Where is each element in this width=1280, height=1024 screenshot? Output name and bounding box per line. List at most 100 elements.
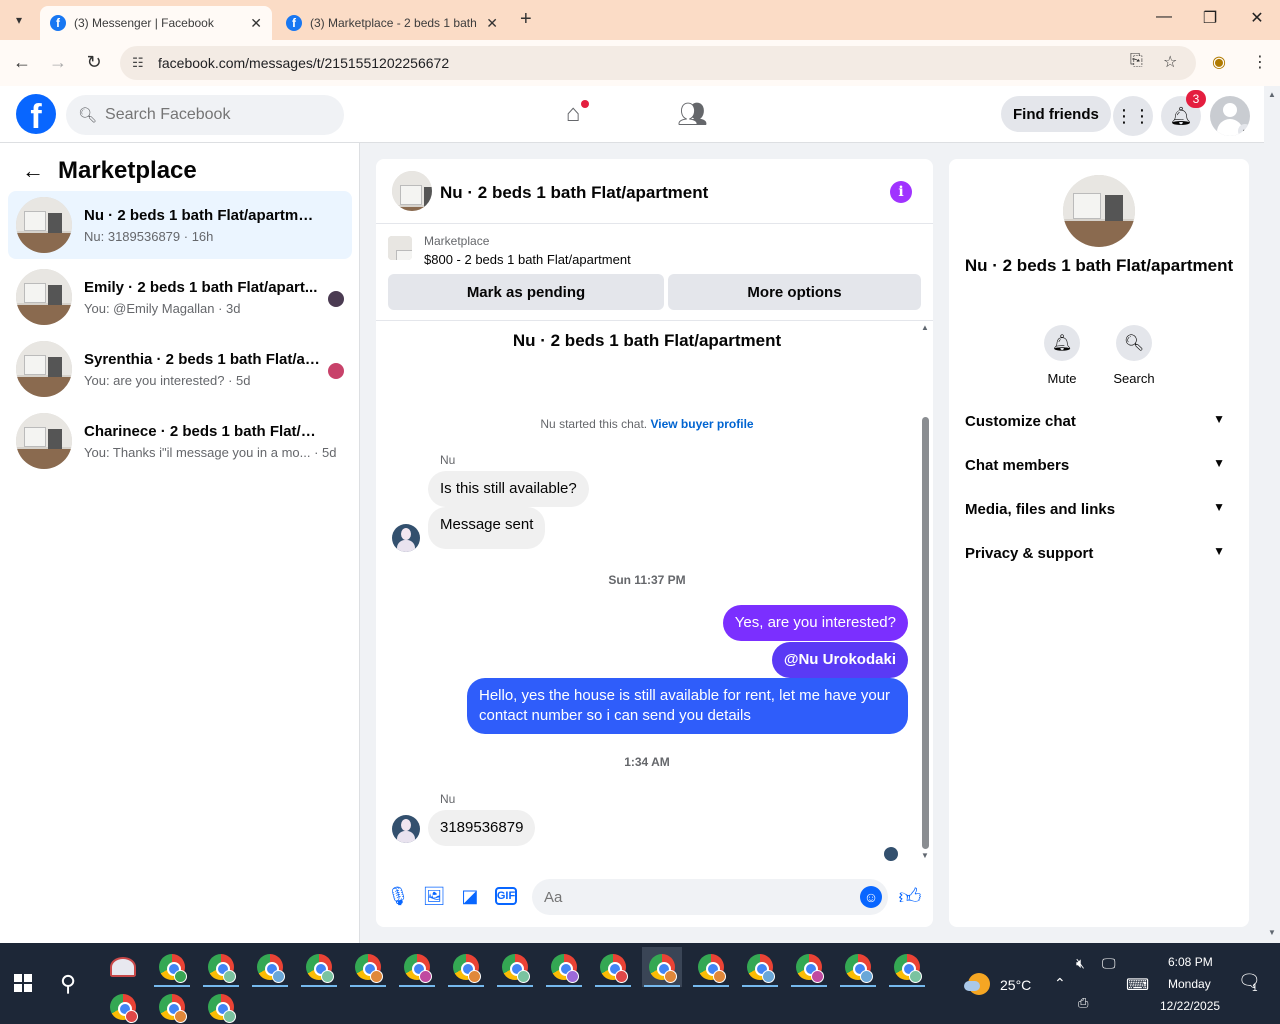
network-icon[interactable]: 🖵︎ xyxy=(1102,955,1116,972)
back-icon[interactable]: ← xyxy=(11,52,33,73)
message-input[interactable] xyxy=(544,888,844,906)
chrome-taskbar-icon[interactable] xyxy=(152,987,192,1024)
friends-icon[interactable]: 👥︎ xyxy=(677,100,707,129)
more-options-button[interactable]: More options xyxy=(668,274,921,310)
reload-icon[interactable]: ↻ xyxy=(83,52,105,73)
search-input[interactable] xyxy=(105,106,326,124)
address-bar[interactable]: ☷ facebook.com/messages/t/21515512022566… xyxy=(120,46,1196,80)
chat-scrollbar[interactable]: ▲ ▼ xyxy=(918,321,933,861)
page-scrollbar[interactable]: ▲ ▼ xyxy=(1264,86,1280,943)
temperature[interactable]: 25°C xyxy=(1000,977,1031,993)
chrome-taskbar-icon[interactable] xyxy=(593,947,633,987)
scrollbar-thumb[interactable] xyxy=(922,417,929,849)
install-app-icon[interactable]: ⎘ xyxy=(1130,52,1143,70)
tab-search-menu-icon[interactable]: ▾ xyxy=(6,7,32,33)
chrome-menu-icon[interactable]: ⋮ xyxy=(1252,52,1268,72)
meet-now-icon[interactable]: ⎙ xyxy=(1078,995,1088,1011)
bookmark-star-icon[interactable]: ☆ xyxy=(1163,52,1177,72)
chevron-up-icon[interactable]: ⌃ xyxy=(1054,975,1066,992)
windows-start-icon[interactable] xyxy=(14,974,32,992)
search-facebook-field[interactable]: 🔍︎ xyxy=(66,95,344,135)
clock-time[interactable]: 6:08 PM xyxy=(1168,955,1213,969)
conversation-item[interactable]: Emily · 2 beds 1 bath Flat/apart... You:… xyxy=(8,263,352,331)
info-icon[interactable]: i xyxy=(890,181,912,203)
chat-title[interactable]: Nu · 2 beds 1 bath Flat/apartment xyxy=(440,183,708,203)
restore-icon[interactable]: ❐ xyxy=(1200,8,1220,28)
view-buyer-profile-link[interactable]: View buyer profile xyxy=(650,417,753,431)
chrome-taskbar-icon[interactable] xyxy=(642,947,682,987)
tab-messenger[interactable]: f (3) Messenger | Facebook ✕ xyxy=(40,6,272,40)
sender-avatar[interactable] xyxy=(392,815,420,843)
chrome-taskbar-icon[interactable] xyxy=(152,947,192,987)
seen-indicator-avatar xyxy=(884,847,898,861)
chrome-taskbar-icon[interactable] xyxy=(740,947,780,987)
new-tab-icon[interactable]: + xyxy=(520,8,532,31)
message-bubble-outgoing[interactable]: @Nu Urokodaki xyxy=(771,642,908,678)
chrome-taskbar-icon[interactable] xyxy=(299,947,339,987)
sender-avatar[interactable] xyxy=(392,524,420,552)
sticker-icon[interactable]: ◪ xyxy=(459,885,481,907)
minimize-icon[interactable]: — xyxy=(1154,8,1174,26)
taskbar-app-icon[interactable] xyxy=(103,947,143,987)
thumbs-up-icon[interactable]: 👍︎ xyxy=(899,884,922,909)
media-files-links-row[interactable]: Media, files and links ▼ xyxy=(957,487,1241,531)
conversation-item[interactable]: Nu · 2 beds 1 bath Flat/apartment Nu: 31… xyxy=(8,191,352,259)
chrome-taskbar-icon[interactable] xyxy=(789,947,829,987)
gif-icon[interactable]: GIF xyxy=(495,887,517,905)
close-window-icon[interactable]: ✕ xyxy=(1247,8,1267,28)
chrome-taskbar-icon[interactable] xyxy=(250,947,290,987)
customize-chat-row[interactable]: Customize chat ▼ xyxy=(957,399,1241,443)
search-icon[interactable]: ⚲ xyxy=(60,971,76,997)
message-input-box[interactable]: ☺ xyxy=(532,879,888,915)
weather-icon[interactable] xyxy=(964,973,990,995)
chrome-taskbar-icon[interactable] xyxy=(838,947,878,987)
conversation-item[interactable]: Charinece · 2 beds 1 bath Flat/apar... Y… xyxy=(8,407,352,475)
chrome-taskbar-icon[interactable] xyxy=(544,947,584,987)
find-friends-button[interactable]: Find friends xyxy=(1001,96,1111,132)
message-bubble-outgoing[interactable]: Hello, yes the house is still available … xyxy=(467,678,908,734)
back-arrow-icon[interactable]: ← xyxy=(22,158,44,184)
mark-as-pending-button[interactable]: Mark as pending xyxy=(388,274,664,310)
message-bubble-incoming[interactable]: Message sent xyxy=(428,507,546,549)
search-in-chat-button[interactable]: 🔍︎ Search xyxy=(1104,325,1164,386)
site-info-icon[interactable]: ☷ xyxy=(132,55,150,71)
clock-day[interactable]: Monday xyxy=(1168,977,1211,991)
message-bubble-outgoing[interactable]: Yes, are you interested? xyxy=(722,605,908,641)
account-avatar[interactable]: ▾ xyxy=(1210,96,1250,136)
tab-marketplace[interactable]: f (3) Marketplace - 2 beds 1 bath ✕ xyxy=(276,6,508,40)
close-tab-icon[interactable]: ✕ xyxy=(486,15,498,32)
chrome-taskbar-icon[interactable] xyxy=(103,987,143,1024)
listing-price-title[interactable]: $800 - 2 beds 1 bath Flat/apartment xyxy=(424,252,631,267)
chrome-taskbar-icon[interactable] xyxy=(201,987,241,1024)
message-bubble-incoming[interactable]: Is this still available? xyxy=(428,471,589,507)
clock-date[interactable]: 12/22/2025 xyxy=(1160,999,1220,1013)
forward-icon[interactable]: → xyxy=(47,52,69,73)
listing-thumbnail[interactable] xyxy=(392,171,432,211)
privacy-support-row[interactable]: Privacy & support ▼ xyxy=(957,531,1241,575)
tab-label: (3) Marketplace - 2 beds 1 bath xyxy=(310,16,477,30)
keyboard-icon[interactable]: ⌨︎ xyxy=(1126,975,1149,995)
scroll-down-icon[interactable]: ▼ xyxy=(921,851,929,860)
speaker-muted-icon[interactable]: 🔇︎ xyxy=(1076,955,1085,972)
chrome-taskbar-icon[interactable] xyxy=(397,947,437,987)
chrome-taskbar-icon[interactable] xyxy=(887,947,927,987)
chrome-taskbar-icon[interactable] xyxy=(495,947,535,987)
photo-icon[interactable]: 🖼︎ xyxy=(423,885,446,907)
conversation-item[interactable]: Syrenthia · 2 beds 1 bath Flat/ap... You… xyxy=(8,335,352,403)
scroll-up-icon[interactable]: ▲ xyxy=(921,323,929,332)
chrome-taskbar-icon[interactable] xyxy=(348,947,388,987)
message-bubble-incoming[interactable]: 3189536879 xyxy=(428,810,536,846)
facebook-logo-icon[interactable]: f xyxy=(16,94,56,134)
emoji-icon[interactable]: ☺ xyxy=(860,886,882,908)
chat-members-row[interactable]: Chat members ▼ xyxy=(957,443,1241,487)
menu-grid-icon[interactable]: ⋮⋮ xyxy=(1113,96,1153,136)
chrome-taskbar-icon[interactable] xyxy=(446,947,486,987)
close-tab-icon[interactable]: ✕ xyxy=(250,15,262,32)
microphone-icon[interactable]: 🎙︎ xyxy=(387,885,410,907)
mute-button[interactable]: 🔔︎ Mute xyxy=(1032,325,1092,386)
scroll-down-icon[interactable]: ▼ xyxy=(1268,928,1276,937)
profile-icon[interactable]: ◉ xyxy=(1212,52,1226,72)
chrome-taskbar-icon[interactable] xyxy=(691,947,731,987)
scroll-up-icon[interactable]: ▲ xyxy=(1268,90,1276,99)
chrome-taskbar-icon[interactable] xyxy=(201,947,241,987)
